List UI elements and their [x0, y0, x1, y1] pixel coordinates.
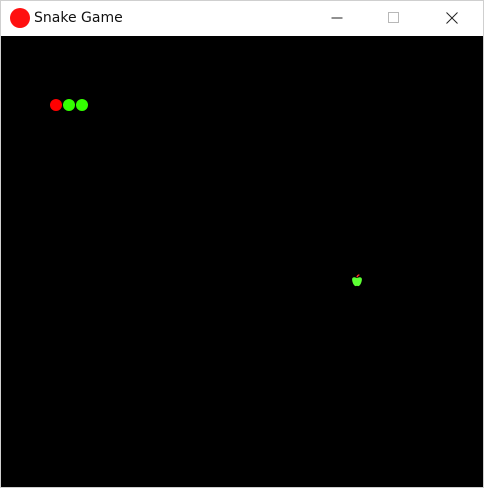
- game-canvas[interactable]: [1, 36, 483, 487]
- apple-icon: [350, 273, 364, 287]
- app-window: Snake Game: [0, 0, 484, 488]
- minimize-icon: [331, 17, 343, 19]
- maximize-button[interactable]: [371, 1, 417, 35]
- minimize-button[interactable]: [314, 1, 360, 35]
- app-icon: [10, 8, 30, 28]
- snake-body-segment: [63, 99, 75, 111]
- window-title: Snake Game: [34, 10, 123, 26]
- close-button[interactable]: [429, 1, 475, 35]
- snake-body-segment: [76, 99, 88, 111]
- maximize-icon: [388, 12, 399, 23]
- title-bar[interactable]: Snake Game: [1, 1, 483, 35]
- close-icon: [446, 12, 458, 24]
- snake-head: [50, 99, 62, 111]
